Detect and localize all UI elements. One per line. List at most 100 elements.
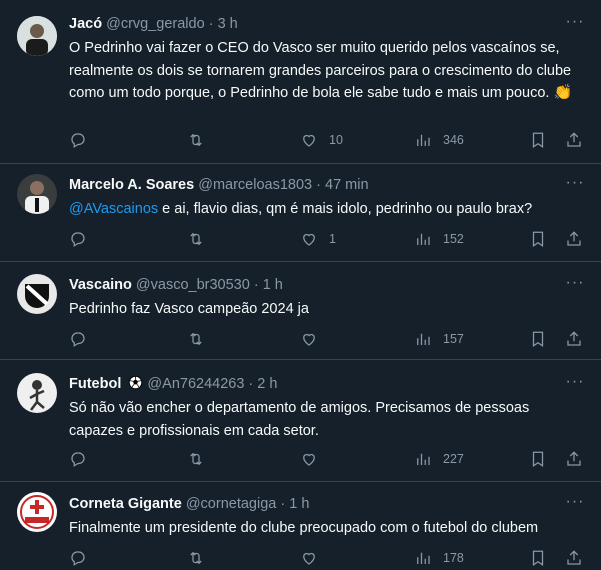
share-button[interactable] bbox=[565, 229, 583, 249]
like-count: 1 bbox=[329, 232, 336, 246]
timestamp[interactable]: 3 h bbox=[218, 16, 238, 32]
reply-button[interactable] bbox=[69, 130, 98, 150]
avatar[interactable] bbox=[17, 16, 57, 56]
bookmark-icon bbox=[532, 231, 544, 247]
avatar[interactable] bbox=[17, 274, 57, 314]
like-count: 10 bbox=[329, 133, 343, 147]
author-name[interactable]: Vascaino bbox=[69, 277, 132, 293]
tweet-header: Vascaino @vasco_br30530 · 1 h bbox=[69, 275, 283, 295]
views-icon bbox=[417, 453, 430, 465]
author-handle[interactable]: @An76244263 bbox=[147, 376, 244, 392]
share-button[interactable] bbox=[565, 130, 583, 150]
action-bar: 157 bbox=[69, 329, 589, 349]
bookmark-button[interactable] bbox=[529, 229, 547, 249]
mention-link[interactable]: @AVascainos bbox=[69, 201, 158, 217]
retweet-button[interactable] bbox=[187, 548, 216, 568]
avatar[interactable] bbox=[17, 174, 57, 214]
more-icon[interactable]: ··· bbox=[565, 175, 585, 197]
retweet-button[interactable] bbox=[187, 229, 216, 249]
more-icon[interactable]: ··· bbox=[565, 494, 585, 516]
separator-dot: · bbox=[280, 496, 286, 512]
tweet-text: Só não vão encher o departamento de amig… bbox=[69, 397, 584, 442]
action-bar: 1 152 bbox=[69, 229, 589, 249]
author-handle[interactable]: @cornetagiga bbox=[186, 496, 277, 512]
like-button[interactable]: 10 bbox=[300, 130, 343, 150]
timestamp[interactable]: 1 h bbox=[289, 496, 309, 512]
bookmark-icon bbox=[532, 550, 544, 566]
author-name[interactable]: Jacó bbox=[69, 16, 102, 32]
tweet-text-content: O Pedrinho vai fazer o CEO do Vasco ser … bbox=[69, 40, 572, 101]
views-button[interactable]: 346 bbox=[414, 130, 464, 150]
views-count: 178 bbox=[443, 551, 464, 565]
author-name[interactable]: Marcelo A. Soares bbox=[69, 177, 194, 193]
views-icon bbox=[417, 552, 430, 564]
tweet[interactable]: Marcelo A. Soares @marceloas1803 · 47 mi… bbox=[0, 164, 601, 262]
bookmark-icon bbox=[532, 132, 544, 148]
views-button[interactable]: 157 bbox=[414, 329, 464, 349]
like-icon bbox=[303, 453, 315, 466]
reply-button[interactable] bbox=[69, 229, 98, 249]
tweet[interactable]: Corneta Gigante @cornetagiga · 1 h ··· F… bbox=[0, 482, 601, 570]
more-icon[interactable]: ··· bbox=[565, 14, 585, 36]
tweet-text: @AVascainos e ai, flavio dias, qm é mais… bbox=[69, 198, 584, 221]
views-count: 152 bbox=[443, 232, 464, 246]
share-button[interactable] bbox=[565, 449, 583, 469]
retweet-button[interactable] bbox=[187, 329, 216, 349]
reply-icon bbox=[71, 332, 85, 347]
views-button[interactable]: 227 bbox=[414, 449, 464, 469]
tweet-header: Futebol @An76244263 · 2 h bbox=[69, 374, 277, 394]
separator-dot: · bbox=[253, 277, 259, 293]
retweet-button[interactable] bbox=[187, 449, 216, 469]
reply-button[interactable] bbox=[69, 329, 98, 349]
bookmark-button[interactable] bbox=[529, 329, 547, 349]
views-count: 157 bbox=[443, 332, 464, 346]
like-button[interactable] bbox=[300, 329, 329, 349]
retweet-icon bbox=[190, 332, 202, 346]
views-button[interactable]: 152 bbox=[414, 229, 464, 249]
like-button[interactable]: 1 bbox=[300, 229, 336, 249]
tweet-header: Marcelo A. Soares @marceloas1803 · 47 mi… bbox=[69, 175, 369, 195]
retweet-icon bbox=[190, 551, 202, 565]
tweet-text: Finalmente um presidente do clube preocu… bbox=[69, 517, 584, 540]
author-handle[interactable]: @crvg_geraldo bbox=[106, 16, 205, 32]
bookmark-icon bbox=[532, 451, 544, 467]
bookmark-button[interactable] bbox=[529, 449, 547, 469]
reply-button[interactable] bbox=[69, 449, 98, 469]
action-bar: 178 bbox=[69, 548, 589, 568]
tweet-text-content: Pedrinho faz Vasco campeão 2024 ja bbox=[69, 301, 309, 317]
clapping-emoji: 👏 bbox=[553, 84, 573, 101]
avatar[interactable] bbox=[17, 373, 57, 413]
author-handle[interactable]: @vasco_br30530 bbox=[136, 277, 250, 293]
tweet-text-content: Só não vão encher o departamento de amig… bbox=[69, 400, 530, 439]
share-icon bbox=[567, 331, 581, 346]
author-handle[interactable]: @marceloas1803 bbox=[198, 177, 312, 193]
share-button[interactable] bbox=[565, 548, 583, 568]
like-icon bbox=[303, 134, 315, 147]
bookmark-button[interactable] bbox=[529, 130, 547, 150]
bookmark-button[interactable] bbox=[529, 548, 547, 568]
share-button[interactable] bbox=[565, 329, 583, 349]
share-icon bbox=[567, 132, 581, 147]
views-icon bbox=[417, 134, 430, 146]
author-name[interactable]: Futebol bbox=[69, 376, 121, 392]
separator-dot: · bbox=[208, 16, 214, 32]
retweet-button[interactable] bbox=[187, 130, 216, 150]
reply-button[interactable] bbox=[69, 548, 98, 568]
avatar[interactable] bbox=[17, 492, 57, 532]
like-icon bbox=[303, 233, 315, 246]
tweet[interactable]: Vascaino @vasco_br30530 · 1 h ··· Pedrin… bbox=[0, 262, 601, 360]
views-button[interactable]: 178 bbox=[414, 548, 464, 568]
soccer-ball-icon bbox=[129, 375, 143, 390]
tweet[interactable]: Futebol @An76244263 · 2 h ··· Só não vão… bbox=[0, 360, 601, 482]
action-bar: 227 bbox=[69, 449, 589, 469]
timestamp[interactable]: 47 min bbox=[325, 177, 369, 193]
author-name[interactable]: Corneta Gigante bbox=[69, 496, 182, 512]
bookmark-icon bbox=[532, 331, 544, 347]
more-icon[interactable]: ··· bbox=[565, 275, 585, 297]
more-icon[interactable]: ··· bbox=[565, 374, 585, 396]
like-button[interactable] bbox=[300, 548, 329, 568]
timestamp[interactable]: 1 h bbox=[263, 277, 283, 293]
like-button[interactable] bbox=[300, 449, 329, 469]
tweet[interactable]: Jacó @crvg_geraldo · 3 h ··· O Pedrinho … bbox=[0, 0, 601, 164]
timestamp[interactable]: 2 h bbox=[257, 376, 277, 392]
